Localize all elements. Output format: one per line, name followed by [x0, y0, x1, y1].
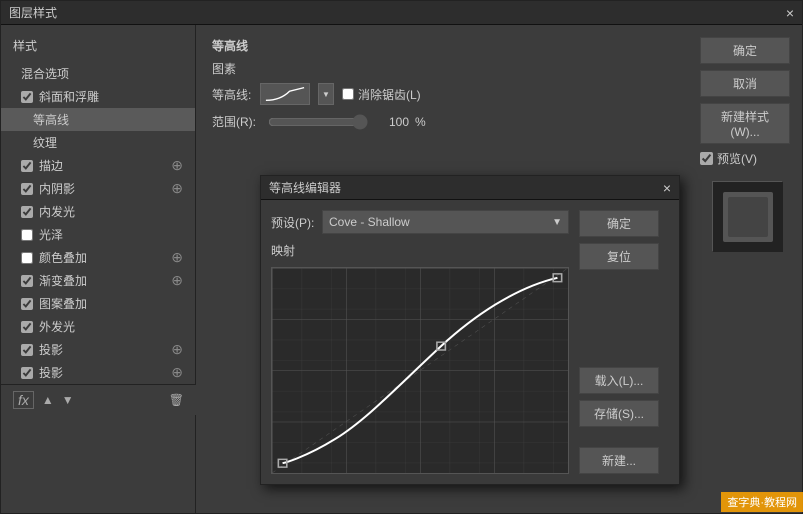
- preview-row: 预览(V): [700, 150, 794, 167]
- contour-editor-title: 等高线编辑器: [269, 179, 341, 196]
- contour-editor-dialog: 等高线编辑器 × 预设(P): Cove - Shallow ▼ 映射: [260, 175, 680, 485]
- sidebar-item-label: 外发光: [39, 318, 75, 335]
- sidebar-item-stroke[interactable]: 描边 ⊕: [1, 154, 195, 177]
- gradient-overlay-checkbox[interactable]: [21, 275, 33, 287]
- range-slider[interactable]: [268, 114, 368, 130]
- sidebar-footer: fx ▲ ▼ 🗑: [1, 384, 196, 415]
- inner-shadow-plus-icon[interactable]: ⊕: [171, 180, 183, 197]
- move-down-button[interactable]: ▼: [62, 393, 74, 407]
- gradient-overlay-plus-icon[interactable]: ⊕: [171, 272, 183, 289]
- contour-new-button[interactable]: 新建...: [579, 447, 659, 474]
- preset-label: 预设(P):: [271, 214, 316, 231]
- drop-shadow1-checkbox[interactable]: [21, 344, 33, 356]
- color-overlay-checkbox[interactable]: [21, 252, 33, 264]
- sidebar-item-contour[interactable]: 等高线: [1, 108, 195, 131]
- contour-preview[interactable]: [260, 83, 310, 105]
- preset-dropdown-icon: ▼: [552, 217, 562, 228]
- sidebar-item-label: 图案叠加: [39, 295, 87, 312]
- main-close-button[interactable]: ×: [786, 5, 794, 21]
- sidebar-item-blend-options[interactable]: 混合选项: [1, 62, 195, 85]
- move-up-button[interactable]: ▲: [42, 393, 54, 407]
- sidebar-item-bevel-emboss[interactable]: 斜面和浮雕: [1, 85, 195, 108]
- right-panel: 确定 取消 新建样式(W)... 预览(V): [692, 25, 802, 513]
- section-title: 等高线: [212, 37, 676, 54]
- range-label: 范围(R):: [212, 113, 262, 130]
- sidebar-item-label: 混合选项: [21, 65, 69, 82]
- new-style-button[interactable]: 新建样式(W)...: [700, 103, 790, 144]
- drop-shadow1-plus-icon[interactable]: ⊕: [171, 341, 183, 358]
- preset-value: Cove - Shallow: [329, 215, 410, 229]
- stroke-plus-icon[interactable]: ⊕: [171, 157, 183, 174]
- contour-editor-titlebar: 等高线编辑器 ×: [261, 176, 679, 200]
- contour-dropdown-arrow[interactable]: ▼: [318, 83, 334, 105]
- contour-reset-button[interactable]: 复位: [579, 243, 659, 270]
- outer-glow-checkbox[interactable]: [21, 321, 33, 333]
- watermark: 查字典·教程网: [721, 492, 803, 512]
- sidebar: 样式 混合选项 斜面和浮雕 等高线 纹理 描边 ⊕: [1, 25, 196, 513]
- preset-select[interactable]: Cove - Shallow ▼: [322, 210, 569, 234]
- sidebar-item-texture[interactable]: 纹理: [1, 131, 195, 154]
- pattern-overlay-checkbox[interactable]: [21, 298, 33, 310]
- satin-checkbox[interactable]: [21, 229, 33, 241]
- contour-save-button[interactable]: 存储(S)...: [579, 400, 659, 427]
- main-titlebar: 图层样式 ×: [1, 1, 802, 25]
- sub-title: 图素: [212, 60, 676, 77]
- sidebar-item-label: 投影: [39, 341, 63, 358]
- anti-alias-label: 消除锯齿(L): [358, 86, 421, 103]
- preview-checkbox[interactable]: [700, 152, 713, 165]
- sidebar-item-satin[interactable]: 光泽: [1, 223, 195, 246]
- inner-shadow-checkbox[interactable]: [21, 183, 33, 195]
- confirm-button[interactable]: 确定: [700, 37, 790, 64]
- sidebar-item-label: 等高线: [33, 111, 69, 128]
- sidebar-item-label: 渐变叠加: [39, 272, 87, 289]
- sidebar-item-color-overlay[interactable]: 颜色叠加 ⊕: [1, 246, 195, 269]
- preset-row: 预设(P): Cove - Shallow ▼: [271, 210, 569, 234]
- sidebar-item-inner-glow[interactable]: 内发光: [1, 200, 195, 223]
- contour-editor-right: 确定 复位 载入(L)... 存储(S)... 新建...: [579, 210, 669, 474]
- sidebar-item-label: 光泽: [39, 226, 63, 243]
- contour-row: 等高线: ▼ 消除锯齿(L): [212, 83, 676, 105]
- contour-editor-left: 预设(P): Cove - Shallow ▼ 映射: [271, 210, 569, 474]
- stroke-checkbox[interactable]: [21, 160, 33, 172]
- trash-icon[interactable]: 🗑: [169, 393, 184, 407]
- percent-label: %: [415, 115, 426, 129]
- contour-label: 等高线:: [212, 86, 252, 103]
- contour-editor-close-button[interactable]: ×: [663, 180, 671, 196]
- cancel-button[interactable]: 取消: [700, 70, 790, 97]
- range-value: 100: [374, 115, 409, 129]
- sidebar-item-label: 内阴影: [39, 180, 75, 197]
- sidebar-item-outer-glow[interactable]: 外发光: [1, 315, 195, 338]
- sidebar-item-label: 投影: [39, 364, 63, 381]
- contour-editor-body: 预设(P): Cove - Shallow ▼ 映射: [261, 200, 679, 484]
- sidebar-item-label: 颜色叠加: [39, 249, 87, 266]
- inner-glow-checkbox[interactable]: [21, 206, 33, 218]
- drop-shadow2-checkbox[interactable]: [21, 367, 33, 379]
- sidebar-item-drop-shadow-1[interactable]: 投影 ⊕: [1, 338, 195, 361]
- sidebar-item-gradient-overlay[interactable]: 渐变叠加 ⊕: [1, 269, 195, 292]
- sidebar-item-pattern-overlay[interactable]: 图案叠加: [1, 292, 195, 315]
- mapping-label: 映射: [271, 242, 569, 259]
- preview-label: 预览(V): [717, 150, 757, 167]
- range-row: 范围(R): 100 %: [212, 113, 676, 130]
- color-overlay-plus-icon[interactable]: ⊕: [171, 249, 183, 266]
- sidebar-item-label: 描边: [39, 157, 63, 174]
- anti-alias-checkbox[interactable]: [342, 88, 354, 100]
- curve-canvas[interactable]: [271, 267, 569, 474]
- sidebar-item-label: 纹理: [33, 134, 57, 151]
- main-dialog-title: 图层样式: [9, 4, 57, 21]
- sidebar-item-inner-shadow[interactable]: 内阴影 ⊕: [1, 177, 195, 200]
- bevel-emboss-checkbox[interactable]: [21, 91, 33, 103]
- sidebar-item-label: 内发光: [39, 203, 75, 220]
- watermark-text: 查字典·教程网: [727, 497, 797, 509]
- sidebar-top-label: 样式: [1, 33, 195, 58]
- contour-load-button[interactable]: 载入(L)...: [579, 367, 659, 394]
- drop-shadow2-plus-icon[interactable]: ⊕: [171, 364, 183, 381]
- fx-label[interactable]: fx: [13, 391, 34, 409]
- sidebar-item-drop-shadow-2[interactable]: 投影 ⊕: [1, 361, 195, 384]
- sidebar-item-label: 斜面和浮雕: [39, 88, 99, 105]
- anti-alias-row: 消除锯齿(L): [342, 86, 421, 103]
- contour-confirm-button[interactable]: 确定: [579, 210, 659, 237]
- preview-box: [712, 181, 782, 251]
